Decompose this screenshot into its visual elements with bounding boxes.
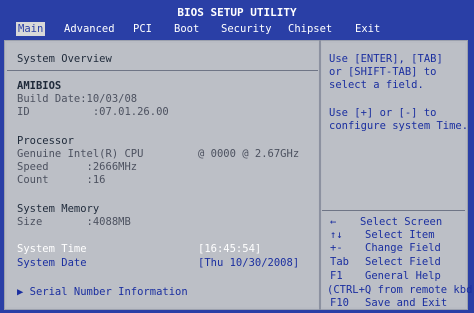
cpu-clock: @ 0000 @ 2.67GHz: [198, 148, 300, 160]
bios-label: AMIBIOS: [17, 80, 62, 92]
system-time-label[interactable]: System Time: [17, 243, 87, 256]
key-desc-select-field: Select Field: [365, 256, 441, 268]
build-date: Build Date:10/03/08: [17, 93, 138, 105]
tab-pci[interactable]: PCI: [131, 22, 154, 36]
serial-number-menu-item[interactable]: ▶ Serial Number Information: [17, 286, 188, 299]
key-f1: F1: [330, 270, 343, 282]
bios-title: BIOS SETUP UTILITY: [177, 6, 297, 19]
key-desc-general-help: General Help: [365, 270, 441, 282]
key-desc-save-exit: Save and Exit: [365, 297, 448, 309]
key-tab: Tab: [330, 256, 349, 268]
cpu-speed: Speed :2666MHz: [17, 161, 138, 173]
tab-security[interactable]: Security: [219, 22, 274, 36]
key-desc-select-screen: Select Screen: [360, 216, 443, 228]
key-plus-minus: +-: [330, 242, 343, 254]
panel-divider: [319, 40, 321, 310]
help-divider: [322, 210, 465, 211]
tab-advanced[interactable]: Advanced: [62, 22, 117, 36]
help-line-2: or [SHIFT-TAB] to: [329, 66, 437, 78]
cpu-count: Count :16: [17, 174, 106, 186]
key-f10: F10: [330, 297, 349, 309]
key-left-right: ←: [330, 216, 337, 228]
help-line-5: configure system Time.: [329, 120, 469, 132]
key-desc-change-field: Change Field: [365, 242, 441, 254]
heading-divider: [7, 70, 318, 71]
tab-main[interactable]: Main: [16, 22, 46, 36]
help-line-1: Use [ENTER], [TAB]: [329, 53, 443, 65]
menu-bar: Main Advanced PCI Boot Security Chipset …: [0, 22, 474, 36]
system-date-label[interactable]: System Date: [17, 257, 87, 270]
help-line-4: Use [+] or [-] to: [329, 107, 437, 119]
key-ctrl-q-remote: (CTRL+Q from remote kbd): [327, 284, 474, 296]
memory-label: System Memory: [17, 203, 100, 215]
key-up-down: ↑↓: [330, 229, 343, 241]
overview-heading: System Overview: [17, 53, 112, 65]
processor-label: Processor: [17, 135, 74, 147]
system-date-field[interactable]: [Thu 10/30/2008]: [198, 257, 299, 270]
bios-id: ID :07.01.26.00: [17, 106, 169, 118]
tab-exit[interactable]: Exit: [353, 22, 382, 36]
cpu-name: Genuine Intel(R) CPU: [17, 148, 144, 160]
system-time-field[interactable]: [16:45:54]: [198, 243, 261, 256]
tab-boot[interactable]: Boot: [172, 22, 201, 36]
memory-size: Size :4088MB: [17, 216, 131, 228]
help-line-3: select a field.: [329, 79, 424, 91]
key-desc-select-item: Select Item: [365, 229, 435, 241]
tab-chipset[interactable]: Chipset: [286, 22, 334, 36]
